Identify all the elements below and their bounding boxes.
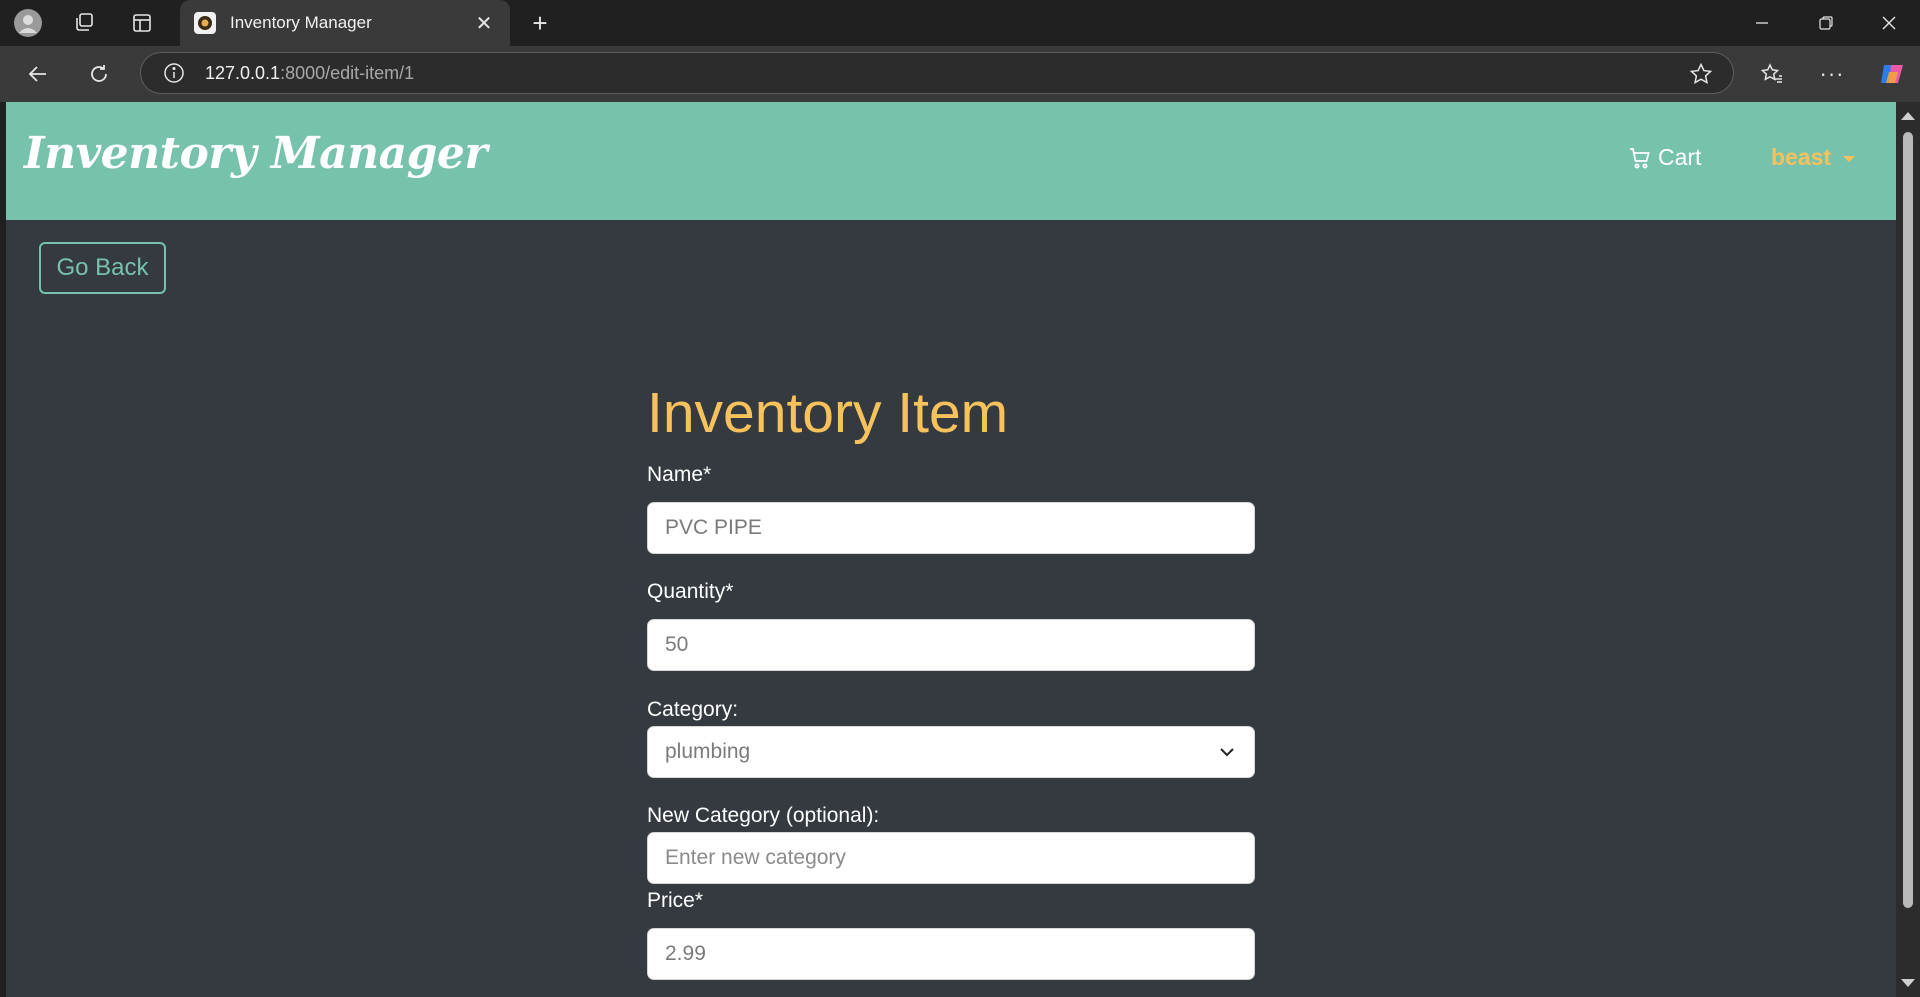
user-name-label: beast [1771,144,1832,170]
tab-close-icon[interactable]: ✕ [472,11,496,36]
go-back-button[interactable]: Go Back [39,242,166,294]
url-path: :8000/edit-item/1 [280,62,415,83]
nav-cart-label: Cart [1658,144,1702,170]
favorite-star-icon[interactable] [1689,62,1713,86]
name-input[interactable]: PVC PIPE [647,502,1255,554]
site-favicon-icon [194,12,216,34]
new-category-label: New Category (optional): [647,804,880,827]
profile-avatar-icon[interactable] [12,7,44,39]
chevron-down-icon [1220,748,1234,757]
close-window-icon[interactable] [1875,9,1903,37]
new-tab-icon[interactable]: + [526,8,554,38]
page-scrollbar[interactable] [1896,102,1920,997]
nav-cart-link[interactable]: Cart [1628,144,1701,171]
favorites-icon[interactable] [1758,60,1786,88]
scroll-up-arrow-icon[interactable] [1901,112,1915,120]
reload-icon[interactable] [85,60,113,88]
price-label: Price* [647,889,704,912]
copilot-icon[interactable] [1876,58,1908,90]
page-viewport: Inventory Manager Cart beast Go Back Inv… [6,102,1896,997]
user-dropdown-toggle[interactable]: beast [1771,144,1856,171]
quantity-label: Quantity* [647,580,734,603]
category-selected-value: plumbing [665,740,751,763]
minimize-window-icon[interactable] [1748,9,1776,37]
app-navbar: Inventory Manager Cart beast [6,102,1896,220]
workspaces-icon[interactable] [70,9,98,37]
cart-icon [1630,147,1650,168]
url-host: 127.0.0.1 [205,62,281,83]
name-label: Name* [647,463,712,486]
more-options-icon[interactable]: ··· [1818,60,1846,88]
back-arrow-icon[interactable] [24,60,52,88]
site-info-icon[interactable] [163,62,185,84]
page-title: Inventory Item [647,381,1009,445]
address-bar[interactable]: 127.0.0.1:8000/edit-item/1 [140,52,1734,94]
quantity-input[interactable]: 50 [647,619,1255,671]
price-input[interactable]: 2.99 [647,928,1255,980]
browser-tab-active[interactable]: Inventory Manager ✕ [180,0,510,46]
vertical-tabs-icon[interactable] [128,9,156,37]
scroll-down-arrow-icon[interactable] [1901,979,1915,987]
caret-down-icon [1843,155,1856,162]
app-brand-logo[interactable]: Inventory Manager [24,128,488,179]
new-category-input[interactable]: Enter new category [647,832,1255,884]
tab-title: Inventory Manager [230,13,372,32]
browser-tab-bar: Inventory Manager ✕ + [0,0,1920,46]
scrollbar-thumb[interactable] [1903,132,1913,908]
browser-toolbar: 127.0.0.1:8000/edit-item/1 ··· [0,46,1920,102]
restore-window-icon[interactable] [1812,9,1840,37]
category-select[interactable]: plumbing [647,726,1255,778]
category-label: Category: [647,698,739,721]
